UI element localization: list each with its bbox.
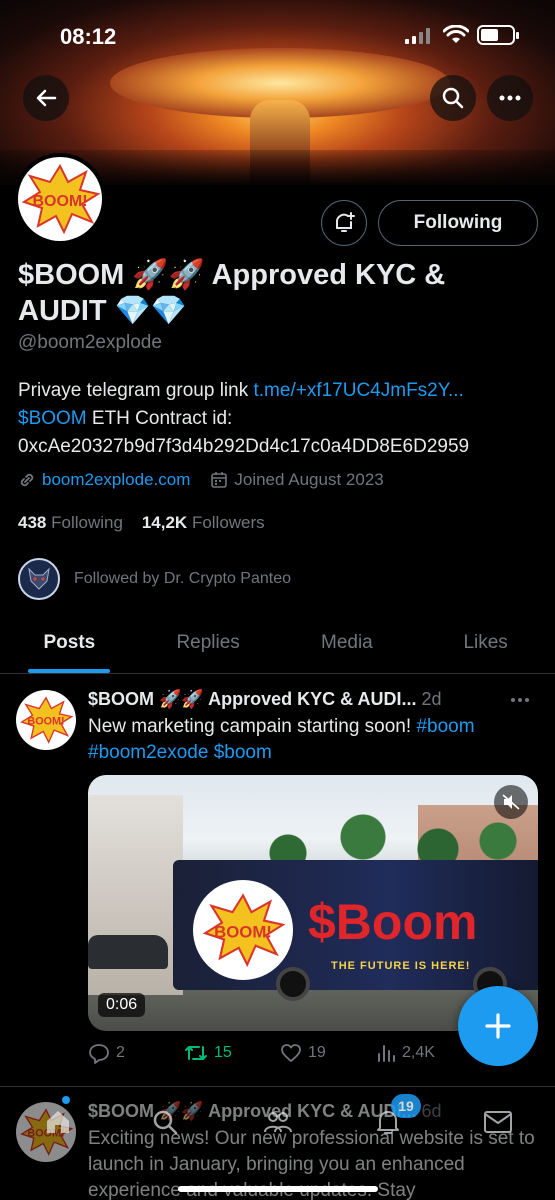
bus-brand-text: $Boom: [308, 894, 478, 950]
bus-logo-text: BOOM!: [214, 922, 272, 941]
bell-plus-icon: [336, 212, 355, 232]
like-button[interactable]: 19: [280, 1042, 376, 1064]
views-icon: [378, 1045, 395, 1062]
profile-handle: @boom2explode: [18, 332, 162, 353]
wolf-avatar-icon: [28, 567, 50, 590]
boom-logo-icon: BOOM!: [21, 164, 100, 234]
follower-avatar: [18, 558, 60, 600]
followers-count-link[interactable]: 14,2K Followers: [142, 513, 265, 532]
like-count: 19: [308, 1044, 326, 1061]
bus-wheel: [276, 967, 310, 1001]
tab-replies[interactable]: Replies: [139, 622, 278, 673]
following-button[interactable]: Following: [378, 200, 538, 246]
profile-tabs: Posts Replies Media Likes: [0, 622, 555, 674]
tab-posts[interactable]: Posts: [0, 622, 139, 673]
post-video[interactable]: BOOM! $Boom THE FUTURE IS HERE! 0:06: [88, 775, 538, 1031]
nav-home[interactable]: [38, 1102, 78, 1142]
telegram-link[interactable]: t.me/+xf17UC4JmFs2Y...: [254, 380, 464, 401]
notifications-subscribe-button[interactable]: [321, 200, 367, 246]
profile-name: $BOOM 🚀🚀 Approved KYC & AUDIT 💎💎: [18, 259, 446, 327]
post-avatar-text: BOOM!: [27, 716, 64, 728]
joined-date: Joined August 2023: [234, 470, 384, 489]
tab-media[interactable]: Media: [278, 622, 417, 673]
post-text-plain: New marketing campain starting soon!: [88, 716, 417, 737]
followed-by[interactable]: Followed by Dr. Crypto Panteo: [18, 558, 291, 600]
search-icon: [153, 1110, 178, 1135]
boom-logo-icon: BOOM!: [202, 893, 285, 967]
search-icon: [442, 87, 464, 109]
arrow-left-icon: [36, 89, 57, 107]
video-duration: 0:06: [98, 993, 146, 1017]
status-bar: 08:12: [0, 0, 555, 70]
nav-messages[interactable]: [478, 1102, 518, 1142]
wifi-icon: [443, 25, 469, 43]
cashtag-link[interactable]: $boom: [214, 742, 272, 763]
link-icon: [20, 473, 34, 487]
nav-communities[interactable]: [258, 1102, 298, 1142]
following-count-link[interactable]: 438 Following: [18, 513, 123, 532]
hashtag-link[interactable]: #boom2exode: [88, 742, 208, 763]
contract-id: 0xcAe20327b9d7f3d4b292Dd4c17c0a4DD8E6D29…: [18, 436, 470, 457]
following-label: Following: [51, 513, 123, 532]
reply-icon: [89, 1044, 109, 1064]
followers-label: Followers: [191, 513, 265, 532]
post-more-icon[interactable]: [510, 697, 530, 703]
video-car: [88, 935, 168, 969]
followers-count: 14,2K: [141, 513, 188, 532]
post-time[interactable]: 2d: [422, 689, 442, 709]
home-indicator: [178, 1186, 378, 1192]
compose-post-button[interactable]: [458, 986, 538, 1066]
bus-tagline: THE FUTURE IS HERE!: [331, 960, 471, 972]
home-unread-dot: [62, 1096, 70, 1104]
repost-count: 15: [214, 1044, 232, 1061]
bio-text-2: ETH Contract id:: [86, 408, 233, 429]
following-count: 438: [18, 513, 47, 532]
mail-icon: [484, 1111, 512, 1133]
post-text: New marketing campain starting soon! #bo…: [88, 714, 538, 766]
more-options-button[interactable]: [487, 75, 533, 121]
more-horizontal-icon: [499, 95, 521, 101]
post-author-name[interactable]: $BOOM 🚀🚀 Approved KYC & AUDI...: [88, 689, 417, 709]
profile-avatar[interactable]: BOOM!: [14, 153, 106, 245]
post-header: $BOOM 🚀🚀 Approved KYC & AUDI... 2d: [88, 689, 442, 710]
tab-likes[interactable]: Likes: [416, 622, 555, 673]
post-avatar[interactable]: BOOM!: [16, 690, 76, 750]
repost-icon: [185, 1046, 207, 1060]
signal-icon: [405, 28, 430, 44]
boom-logo-icon: BOOM!: [20, 696, 73, 744]
profile-meta: boom2explode.com Joined August 2023: [18, 470, 404, 490]
heart-icon: [281, 1044, 301, 1062]
boom-cashtag-link[interactable]: $BOOM: [18, 408, 87, 429]
profile-bio: Privaye telegram group link t.me/+xf17UC…: [18, 377, 543, 461]
hashtag-link[interactable]: #boom: [416, 716, 474, 737]
post-divider: [0, 1086, 555, 1087]
notifications-badge: 19: [391, 1094, 421, 1118]
views-button[interactable]: 2,4K: [376, 1042, 472, 1064]
calendar-icon: [211, 472, 228, 488]
mute-icon: [502, 794, 520, 810]
video-mute-button[interactable]: [494, 785, 528, 819]
website-link[interactable]: boom2explode.com: [42, 470, 190, 490]
followed-by-text: Followed by Dr. Crypto Panteo: [74, 570, 291, 587]
follow-counts: 438 Following 14,2K Followers: [18, 513, 265, 533]
home-icon: [47, 1111, 69, 1133]
search-button[interactable]: [430, 75, 476, 121]
bio-text-1: Privaye telegram group link: [18, 380, 254, 401]
status-time: 08:12: [60, 24, 117, 49]
reply-count: 2: [116, 1044, 125, 1061]
people-icon: [264, 1112, 292, 1133]
battery-icon: [477, 25, 519, 45]
view-count: 2,4K: [402, 1044, 435, 1061]
reply-button[interactable]: 2: [88, 1042, 184, 1064]
repost-button[interactable]: 15: [184, 1042, 280, 1064]
bus-boom-logo: BOOM!: [193, 880, 293, 980]
bottom-navigation: [0, 1098, 555, 1200]
plus-icon: [485, 1013, 511, 1039]
nav-search[interactable]: [145, 1102, 185, 1142]
back-button[interactable]: [23, 75, 69, 121]
avatar-text: BOOM!: [32, 193, 87, 210]
